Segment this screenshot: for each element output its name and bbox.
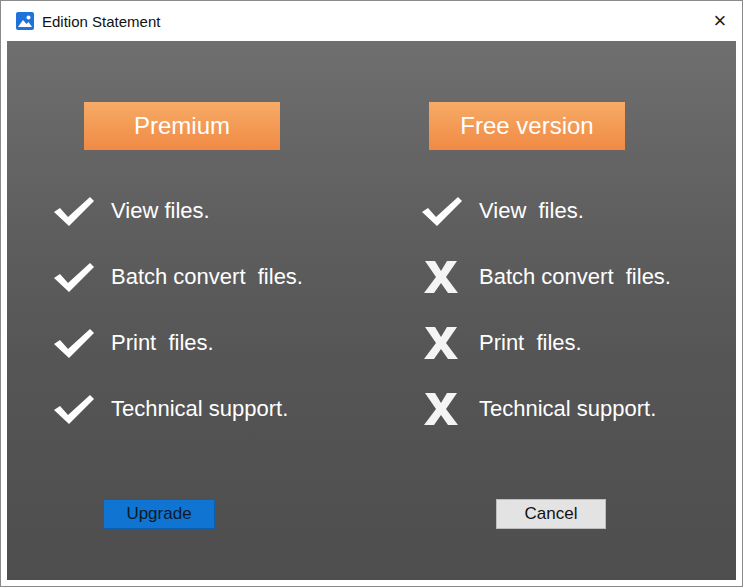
check-icon: [49, 323, 97, 363]
edition-header: Free version: [429, 102, 625, 150]
feature-label: View files.: [479, 198, 584, 224]
feature-label: Print files.: [111, 330, 214, 356]
close-button[interactable]: ×: [706, 10, 734, 32]
feature-label: Technical support.: [111, 396, 288, 422]
feature-row: Technical support.: [417, 376, 736, 442]
feature-label: View files.: [111, 198, 210, 224]
edition-header: Premium: [84, 102, 280, 150]
feature-label: Batch convert files.: [479, 264, 671, 290]
feature-row: View files.: [417, 178, 736, 244]
check-icon: [49, 389, 97, 429]
check-icon: [49, 257, 97, 297]
feature-row: Print files.: [49, 310, 372, 376]
feature-row: Batch convert files.: [49, 244, 372, 310]
cancel-button[interactable]: Cancel: [496, 499, 606, 529]
feature-row: Print files.: [417, 310, 736, 376]
title-bar: Edition Statement ×: [1, 1, 742, 41]
button-cell: Cancel: [372, 499, 736, 529]
edition-panel: Premium View files. Batch convert files. Pr…: [7, 41, 736, 580]
feature-label: Technical support.: [479, 396, 656, 422]
feature-label: Print files.: [479, 330, 582, 356]
button-cell: Upgrade: [7, 499, 372, 529]
feature-label: Batch convert files.: [111, 264, 303, 290]
upgrade-button[interactable]: Upgrade: [103, 499, 215, 529]
feature-row: Technical support.: [49, 376, 372, 442]
feature-row: View files.: [49, 178, 372, 244]
window-title: Edition Statement: [42, 13, 698, 30]
cross-icon: [417, 323, 465, 363]
edition-columns: Premium View files. Batch convert files. Pr…: [7, 41, 736, 442]
edition-window: Edition Statement × Premium View files. Batc…: [0, 0, 743, 587]
edition-column: Premium View files. Batch convert files. Pr…: [7, 102, 372, 442]
check-icon: [417, 191, 465, 231]
button-row: Upgrade Cancel: [7, 499, 736, 580]
edition-column: Free version View files. Batch convert fil…: [372, 102, 736, 442]
feature-row: Batch convert files.: [417, 244, 736, 310]
cross-icon: [417, 389, 465, 429]
check-icon: [49, 191, 97, 231]
cross-icon: [417, 257, 465, 297]
app-picture-icon: [16, 12, 34, 30]
